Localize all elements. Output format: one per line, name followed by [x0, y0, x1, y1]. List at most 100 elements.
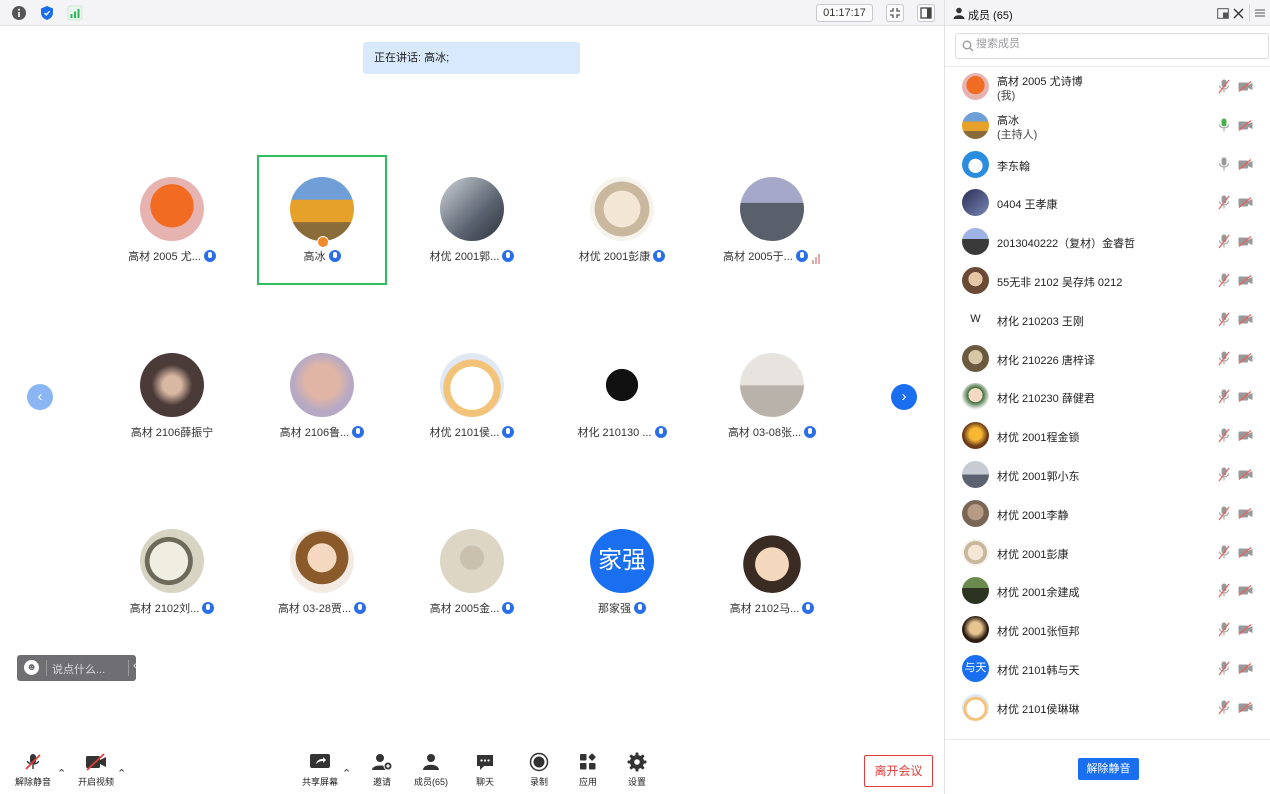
- member-row[interactable]: 材化 210230 薛健君: [945, 377, 1270, 416]
- participant-tile[interactable]: 材优 2001彭康: [557, 155, 687, 285]
- shield-icon[interactable]: [39, 5, 55, 21]
- camera-off-icon[interactable]: [1238, 236, 1253, 248]
- participant-tile[interactable]: 家强 那家强: [557, 507, 687, 637]
- mic-muted-icon[interactable]: [1218, 234, 1230, 249]
- camera-off-icon[interactable]: [1238, 313, 1253, 325]
- member-row[interactable]: 材优 2001郭小东: [945, 455, 1270, 494]
- mic-muted-icon[interactable]: [1218, 389, 1230, 404]
- toggle-sidebar-button[interactable]: [917, 4, 935, 22]
- member-row[interactable]: 材优 2001李静: [945, 494, 1270, 533]
- camera-off-icon[interactable]: [1238, 275, 1253, 286]
- settings-button[interactable]: 设置: [618, 752, 656, 788]
- mic-muted-icon[interactable]: [1218, 661, 1230, 676]
- video-options-chevron[interactable]: ⌃: [117, 767, 126, 780]
- participant-name-line: 高材 2005于...: [707, 248, 837, 264]
- member-row[interactable]: 2013040222（复材）金睿哲: [945, 222, 1270, 261]
- member-row[interactable]: 与天 材优 2101韩与天: [945, 649, 1270, 688]
- member-search-box[interactable]: [955, 33, 1269, 59]
- participant-tile[interactable]: 高材 03-08张...: [707, 331, 837, 461]
- signal-icon[interactable]: [67, 5, 83, 21]
- apps-button[interactable]: 应用: [569, 752, 607, 788]
- emoji-icon[interactable]: ☻: [24, 660, 39, 675]
- camera-off-icon[interactable]: [1238, 391, 1253, 403]
- mic-muted-icon[interactable]: [1218, 312, 1230, 327]
- mic-muted-icon[interactable]: [1218, 506, 1230, 521]
- member-row[interactable]: 李东翰: [945, 145, 1270, 184]
- info-icon[interactable]: [11, 5, 27, 21]
- camera-off-icon[interactable]: [1238, 119, 1253, 131]
- record-button[interactable]: 录制: [520, 752, 558, 788]
- mic-muted-icon[interactable]: [1218, 351, 1230, 366]
- mic-muted-icon[interactable]: [1218, 79, 1230, 94]
- participant-tile[interactable]: 高材 2102刘...: [107, 507, 237, 637]
- chat-button[interactable]: 聊天: [466, 752, 504, 788]
- share-options-chevron[interactable]: ⌃: [342, 767, 351, 780]
- unmute-all-button[interactable]: 解除静音: [1078, 758, 1139, 780]
- mic-muted-icon[interactable]: [1218, 583, 1230, 598]
- camera-off-icon[interactable]: [1238, 81, 1253, 92]
- participant-tile[interactable]: 高材 2005 尤...: [107, 155, 237, 285]
- camera-off-icon[interactable]: [1238, 197, 1253, 209]
- participant-tile[interactable]: 高材 2106薛振宁: [107, 331, 237, 461]
- participant-tile[interactable]: 高材 2005于...: [707, 155, 837, 285]
- member-row[interactable]: 材化 210226 唐梓译: [945, 339, 1270, 378]
- collapse-chat-icon[interactable]: ‹: [133, 660, 137, 672]
- participant-tile[interactable]: 材优 2001郭...: [407, 155, 537, 285]
- camera-off-icon[interactable]: [1238, 624, 1253, 636]
- avatar: [440, 177, 504, 241]
- prev-page-button[interactable]: ‹: [27, 384, 53, 410]
- mic-icon[interactable]: [1218, 118, 1230, 133]
- member-list[interactable]: 高材 2005 尤诗博 (我) 高冰 (主持人) 李东翰 0404 王孝康 20130402…: [945, 66, 1270, 739]
- popout-icon[interactable]: [1217, 8, 1229, 19]
- mic-muted-icon[interactable]: [1218, 700, 1230, 715]
- leave-meeting-button[interactable]: 离开会议: [864, 755, 933, 787]
- camera-off-icon[interactable]: [1238, 158, 1253, 170]
- menu-icon[interactable]: [1255, 8, 1265, 18]
- participant-tile[interactable]: 高材 03-28贾...: [257, 507, 387, 637]
- mic-icon[interactable]: [1218, 157, 1230, 172]
- mic-muted-icon[interactable]: [1218, 273, 1230, 288]
- participant-tile[interactable]: 高材 2005金...: [407, 507, 537, 637]
- quick-chat-box[interactable]: ☻ 说点什么... ‹: [17, 655, 137, 681]
- member-row[interactable]: 材优 2001程金锁: [945, 416, 1270, 455]
- unmute-button[interactable]: 解除静音: [13, 752, 53, 788]
- sidebar-icon: [920, 7, 932, 19]
- participant-tile[interactable]: 高材 2106鲁...: [257, 331, 387, 461]
- member-search-input[interactable]: [976, 38, 1256, 50]
- share-screen-button[interactable]: 共享屏幕: [300, 752, 340, 788]
- participant-tile[interactable]: 材优 2101侯...: [407, 331, 537, 461]
- camera-off-icon[interactable]: [1238, 663, 1253, 674]
- camera-off-icon[interactable]: [1238, 546, 1253, 558]
- audio-options-chevron[interactable]: ⌃: [57, 767, 66, 780]
- camera-off-icon[interactable]: [1238, 469, 1253, 480]
- mic-muted-icon[interactable]: [1218, 467, 1230, 482]
- camera-off-icon[interactable]: [1238, 701, 1253, 713]
- member-row[interactable]: 材优 2001张恒邦: [945, 610, 1270, 649]
- camera-off-icon[interactable]: [1238, 352, 1253, 364]
- chat-placeholder[interactable]: 说点什么...: [52, 661, 105, 677]
- camera-off-icon[interactable]: [1238, 430, 1253, 442]
- exit-fullscreen-button[interactable]: [886, 4, 904, 22]
- member-row[interactable]: 0404 王孝康: [945, 183, 1270, 222]
- start-video-button[interactable]: 开启视频: [76, 752, 116, 788]
- mic-muted-icon[interactable]: [1218, 545, 1230, 560]
- invite-button[interactable]: 邀请: [362, 752, 402, 788]
- participant-tile[interactable]: 高冰: [257, 155, 387, 285]
- member-row[interactable]: 材优 2101侯琳琳: [945, 688, 1270, 727]
- member-row[interactable]: 高冰 (主持人): [945, 106, 1270, 145]
- mic-muted-icon[interactable]: [1218, 622, 1230, 637]
- member-row[interactable]: 材优 2001余建成: [945, 571, 1270, 610]
- members-button[interactable]: 成员(65): [409, 752, 453, 788]
- camera-off-icon[interactable]: [1238, 507, 1253, 519]
- member-row[interactable]: 材优 2001彭康: [945, 533, 1270, 572]
- close-icon[interactable]: [1233, 8, 1244, 19]
- member-row[interactable]: W 材化 210203 王刚: [945, 300, 1270, 339]
- member-row[interactable]: 高材 2005 尤诗博 (我): [945, 67, 1270, 106]
- participant-tile[interactable]: 材化 210130 ...: [557, 331, 687, 461]
- mic-muted-icon[interactable]: [1218, 428, 1230, 443]
- camera-off-icon[interactable]: [1238, 585, 1253, 597]
- next-page-button[interactable]: ›: [891, 384, 917, 410]
- member-row[interactable]: 55无非 2102 吴存炜 0212: [945, 261, 1270, 300]
- participant-tile[interactable]: 高材 2102马...: [707, 507, 837, 637]
- mic-muted-icon[interactable]: [1218, 195, 1230, 210]
